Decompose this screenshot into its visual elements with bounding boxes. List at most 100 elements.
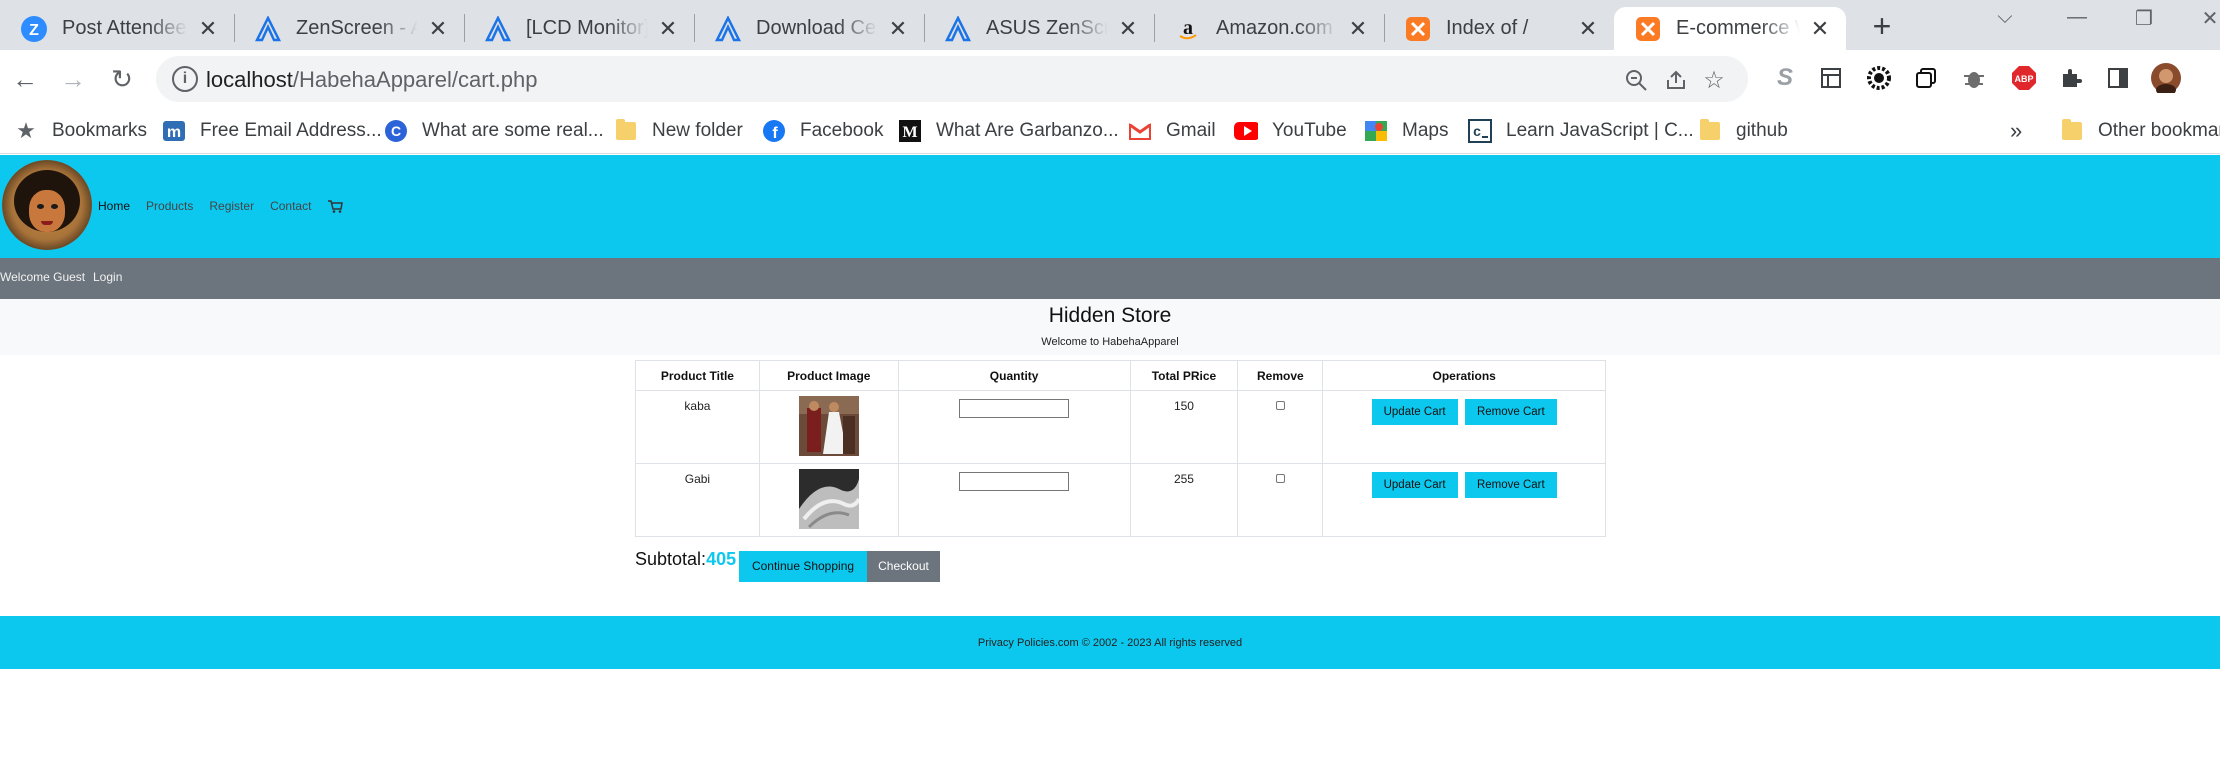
close-icon[interactable]: ✕ [1576,16,1600,42]
close-window-icon[interactable]: ✕ [2190,6,2220,31]
tab-zenscreen-all[interactable]: ZenScreen - All M ✕ [234,7,464,50]
quantity-input[interactable] [959,472,1070,491]
xampp-icon [1634,15,1662,43]
restore-icon[interactable]: ❐ [2124,6,2164,31]
quantity-input[interactable] [959,399,1070,418]
continue-shopping-button[interactable]: Continue Shopping [739,551,867,582]
site-info-icon[interactable]: i [172,66,198,92]
bookmark-youtube[interactable]: YouTube [1234,116,1347,146]
tab-amazon[interactable]: a Amazon.com : as ✕ [1154,7,1384,50]
extension-bug-icon[interactable] [1958,62,1990,94]
close-icon[interactable]: ✕ [426,16,450,42]
welcome-bar: Welcome Guest Login [0,258,2220,299]
bookmark-github[interactable]: github [1698,116,1788,146]
tab-download-center[interactable]: Download Center ✕ [694,7,924,50]
tab-search-icon[interactable]: ⌵ [1985,6,2025,29]
bookmark-bookmarks[interactable]: ★ Bookmarks [14,116,147,146]
bookmark-garbanzo[interactable]: M What Are Garbanzo... [898,116,1119,146]
c-icon: C [384,119,408,143]
facebook-icon: f [762,119,786,143]
product-title: Gabi [635,463,760,537]
update-cart-button[interactable]: Update Cart [1371,399,1458,425]
asus-icon [714,15,742,43]
close-icon[interactable]: ✕ [656,16,680,42]
share-icon[interactable] [1661,65,1691,95]
bookmarks-bar: ★ Bookmarks m Free Email Address... C What … [0,108,2220,154]
site-logo[interactable] [2,160,92,250]
bookmark-facebook[interactable]: f Facebook [762,116,883,146]
svg-text:ABP: ABP [2014,74,2033,84]
tab-lcd-monitor[interactable]: [LCD Monitor] Di ✕ [464,7,694,50]
subtotal-value: 405 [706,549,737,569]
nav-products[interactable]: Products [146,199,193,213]
tab-post-attendee[interactable]: Z Post Attendee - Z ✕ [0,7,234,50]
back-arrow-icon[interactable]: ← [8,62,42,96]
extension-s-icon[interactable]: S [1769,62,1801,94]
bookmark-learn-javascript[interactable]: c Learn JavaScript | C... [1468,116,1694,146]
product-image-gabi [798,469,861,529]
forward-arrow-icon[interactable]: → [56,62,90,96]
nav-home[interactable]: Home [98,199,130,213]
codecademy-icon: c [1468,119,1492,143]
folder-icon [614,119,638,143]
svg-text:f: f [772,125,778,142]
new-tab-button[interactable]: + [1864,8,1900,45]
bookmark-star-icon[interactable]: ☆ [1699,65,1729,95]
close-icon[interactable]: ✕ [1808,16,1832,42]
remove-checkbox[interactable] [1275,474,1285,483]
bookmark-what-are-some[interactable]: C What are some real... [384,116,604,146]
star-icon: ★ [16,118,36,143]
nav-contact[interactable]: Contact [270,199,311,213]
close-icon[interactable]: ✕ [886,16,910,42]
cart-icon[interactable] [327,199,344,213]
remove-cart-button[interactable]: Remove Cart [1464,399,1557,425]
adblock-plus-icon[interactable]: ABP [2008,62,2040,94]
medium-icon: M [898,119,922,143]
bookmarks-overflow-chevron[interactable]: » [2010,116,2022,146]
welcome-text: Welcome Guest [0,270,86,284]
footer-text: Privacy Policies.com © 2002 - 2023 All r… [977,637,1243,649]
minimize-icon[interactable]: — [2057,6,2097,29]
table-header-row: Product Title Product Image Quantity Tot… [635,360,1606,391]
tab-ecommerce-active[interactable]: E-commerce Web ✕ [1614,7,1846,50]
side-panel-icon[interactable] [2102,62,2134,94]
tab-strip: Z Post Attendee - Z ✕ ZenScreen - All M … [0,0,2220,50]
site-navbar: Home Products Register Contact [0,155,2220,258]
svg-text:m: m [167,124,181,141]
reload-icon[interactable]: ↻ [105,62,139,96]
mail-m-icon: m [162,119,186,143]
bookmark-free-email[interactable]: m Free Email Address... [162,116,382,146]
bookmark-new-folder[interactable]: New folder [614,116,743,146]
tab-title: Amazon.com : as [1216,17,1338,40]
nav-register[interactable]: Register [209,199,254,213]
bookmark-gmail[interactable]: Gmail [1128,116,1216,146]
close-icon[interactable]: ✕ [1346,16,1370,42]
tab-asus-zenscreen[interactable]: ASUS ZenScreen ✕ [924,7,1154,50]
extension-layout-icon[interactable] [1815,62,1847,94]
extensions-puzzle-icon[interactable] [2055,62,2087,94]
bookmark-other-bookmarks[interactable]: Other bookmarks [2060,116,2220,146]
close-icon[interactable]: ✕ [196,16,220,42]
address-bar[interactable]: i localhost/HabehaApparel/cart.php ☆ [156,56,1748,102]
checkout-button[interactable]: Checkout [867,551,940,582]
url-text[interactable]: localhost/HabehaApparel/cart.php [206,67,537,93]
extension-gear-icon[interactable] [1863,62,1895,94]
product-title: kaba [635,390,760,464]
col-operations: Operations [1322,360,1606,391]
tab-index-of[interactable]: Index of / ✕ [1384,7,1614,50]
zoom-magnifier-icon[interactable] [1621,65,1651,95]
gmail-icon [1128,119,1152,143]
login-link[interactable]: Login [93,270,122,284]
asus-icon [484,15,512,43]
remove-cart-button[interactable]: Remove Cart [1464,472,1557,498]
bookmark-maps[interactable]: Maps [1364,116,1448,146]
remove-checkbox[interactable] [1275,401,1285,410]
tab-title: E-commerce Web [1676,17,1800,40]
profile-avatar[interactable] [2150,62,2182,94]
close-icon[interactable]: ✕ [1116,16,1140,42]
extension-copy-icon[interactable] [1910,62,1942,94]
site-footer: Privacy Policies.com © 2002 - 2023 All r… [0,616,2220,669]
update-cart-button[interactable]: Update Cart [1371,472,1458,498]
product-image-kaba [798,396,859,456]
tab-title: ZenScreen - All M [296,17,418,40]
